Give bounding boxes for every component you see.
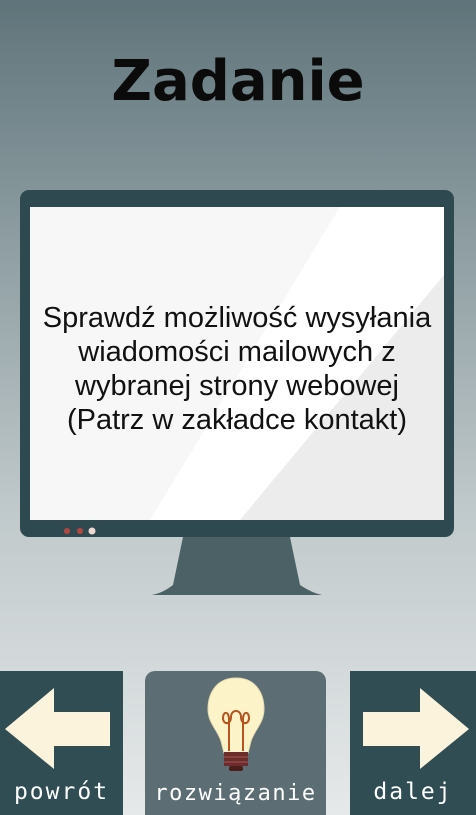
solution-label: rozwiązanie xyxy=(154,781,317,806)
next-label: dalej xyxy=(373,779,453,805)
task-description: Sprawdź możliwość wysyłania wiadomości m… xyxy=(30,207,444,520)
task-text: Sprawdź możliwość wysyłania wiadomości m… xyxy=(42,301,432,436)
solution-button[interactable]: rozwiązanie xyxy=(145,671,326,815)
page-title: Zadanie xyxy=(111,49,365,114)
back-button[interactable]: powrót xyxy=(0,671,123,815)
back-label: powrót xyxy=(13,779,110,805)
next-button[interactable]: dalej xyxy=(350,671,476,815)
